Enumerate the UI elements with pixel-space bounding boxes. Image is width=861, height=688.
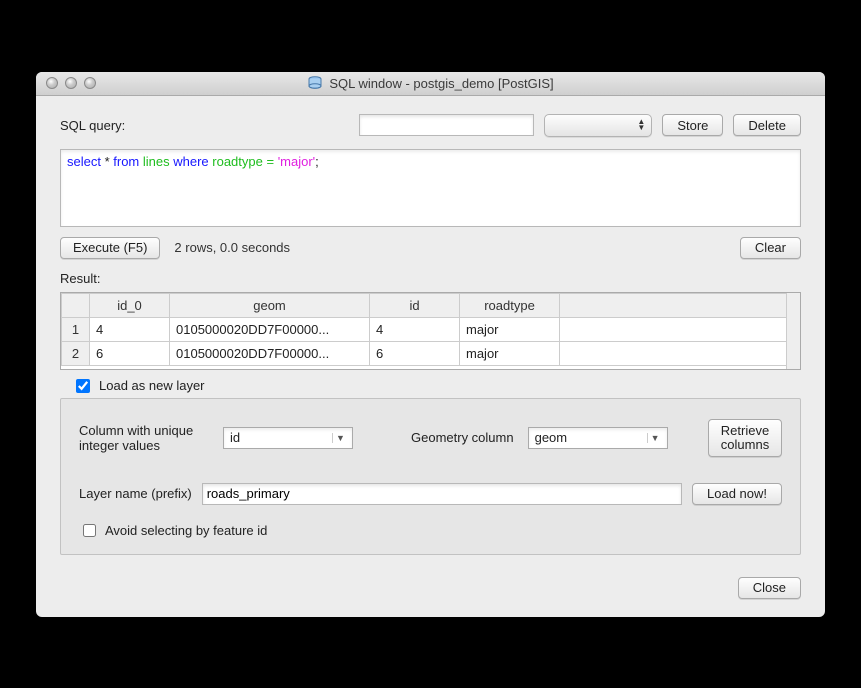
layer-name-row: Layer name (prefix) Load now!	[79, 483, 782, 505]
unique-column-dropdown[interactable]: id ▼	[223, 427, 353, 449]
sql-keyword: where	[173, 154, 208, 169]
sql-keyword: from	[113, 154, 139, 169]
close-button[interactable]: Close	[738, 577, 801, 599]
clear-button[interactable]: Clear	[740, 237, 801, 259]
result-table-wrap: id_0 geom id roadtype 1 4 0105000020DD7F…	[60, 292, 801, 370]
database-icon	[307, 75, 323, 91]
column-header[interactable]: roadtype	[460, 293, 560, 317]
delete-button[interactable]: Delete	[733, 114, 801, 136]
result-label: Result:	[60, 271, 801, 286]
footer: Close	[60, 577, 801, 599]
columns-row: Column with unique integer values id ▼ G…	[79, 419, 782, 457]
layer-name-input[interactable]	[202, 483, 682, 505]
query-toolbar: SQL query: ▲▼ Store Delete	[60, 114, 801, 137]
cell: 6	[370, 341, 460, 365]
column-header-empty	[560, 293, 787, 317]
column-header[interactable]: id	[370, 293, 460, 317]
sql-query-label: SQL query:	[60, 118, 125, 133]
query-name-input[interactable]	[359, 114, 534, 136]
table-row[interactable]: 1 4 0105000020DD7F00000... 4 major	[62, 317, 787, 341]
column-header[interactable]: id_0	[90, 293, 170, 317]
cell: 0105000020DD7F00000...	[170, 341, 370, 365]
result-table: id_0 geom id roadtype 1 4 0105000020DD7F…	[61, 293, 786, 366]
zoom-icon[interactable]	[84, 77, 96, 89]
sql-identifier: lines	[139, 154, 173, 169]
table-row[interactable]: 2 6 0105000020DD7F00000... 6 major	[62, 341, 787, 365]
unique-column-label: Column with unique integer values	[79, 423, 209, 453]
minimize-icon[interactable]	[65, 77, 77, 89]
avoid-feature-id-label: Avoid selecting by feature id	[105, 523, 267, 538]
store-button[interactable]: Store	[662, 114, 723, 136]
cell: 4	[90, 317, 170, 341]
unique-column-value: id	[230, 430, 332, 445]
geometry-column-dropdown[interactable]: geom ▼	[528, 427, 668, 449]
sql-editor[interactable]: select * from lines where roadtype = 'ma…	[60, 149, 801, 227]
table-header-row: id_0 geom id roadtype	[62, 293, 787, 317]
row-number: 1	[62, 317, 90, 341]
saved-queries-dropdown[interactable]: ▲▼	[544, 114, 652, 137]
column-header[interactable]: geom	[170, 293, 370, 317]
content-area: SQL query: ▲▼ Store Delete select * from…	[36, 96, 825, 617]
sql-literal: 'major'	[278, 154, 315, 169]
execute-button[interactable]: Execute (F5)	[60, 237, 160, 259]
traffic-lights	[36, 77, 96, 89]
chevron-down-icon: ▼	[647, 433, 663, 443]
load-as-new-layer-checkbox[interactable]	[76, 379, 90, 393]
cell: 6	[90, 341, 170, 365]
close-icon[interactable]	[46, 77, 58, 89]
cell: 0105000020DD7F00000...	[170, 317, 370, 341]
avoid-row: Avoid selecting by feature id	[79, 521, 782, 540]
layer-name-label: Layer name (prefix)	[79, 486, 192, 501]
avoid-feature-id-checkbox[interactable]	[83, 524, 96, 537]
cell: major	[460, 317, 560, 341]
load-as-new-layer-row: Load as new layer	[72, 376, 801, 396]
window-title-text: SQL window - postgis_demo [PostGIS]	[329, 76, 553, 91]
sql-identifier: roadtype =	[209, 154, 278, 169]
updown-icon: ▲▼	[637, 119, 645, 131]
chevron-down-icon: ▼	[332, 433, 348, 443]
window-root: SQL window - postgis_demo [PostGIS] SQL …	[36, 72, 825, 617]
cell-empty	[560, 317, 787, 341]
execute-row: Execute (F5) 2 rows, 0.0 seconds Clear	[60, 237, 801, 259]
sql-keyword: select	[67, 154, 101, 169]
layer-panel: Column with unique integer values id ▼ G…	[60, 398, 801, 555]
cell: major	[460, 341, 560, 365]
load-now-button[interactable]: Load now!	[692, 483, 782, 505]
sql-text: *	[101, 154, 113, 169]
cell-empty	[560, 341, 787, 365]
vertical-scrollbar[interactable]	[786, 293, 800, 369]
row-number-header	[62, 293, 90, 317]
geometry-column-value: geom	[535, 430, 647, 445]
row-number: 2	[62, 341, 90, 365]
window-title: SQL window - postgis_demo [PostGIS]	[36, 75, 825, 91]
load-as-new-layer-label: Load as new layer	[99, 378, 205, 393]
sql-text: ;	[315, 154, 319, 169]
query-status: 2 rows, 0.0 seconds	[174, 240, 290, 255]
cell: 4	[370, 317, 460, 341]
geometry-column-label: Geometry column	[411, 430, 514, 445]
titlebar: SQL window - postgis_demo [PostGIS]	[36, 72, 825, 96]
retrieve-columns-button[interactable]: Retrieve columns	[708, 419, 782, 457]
